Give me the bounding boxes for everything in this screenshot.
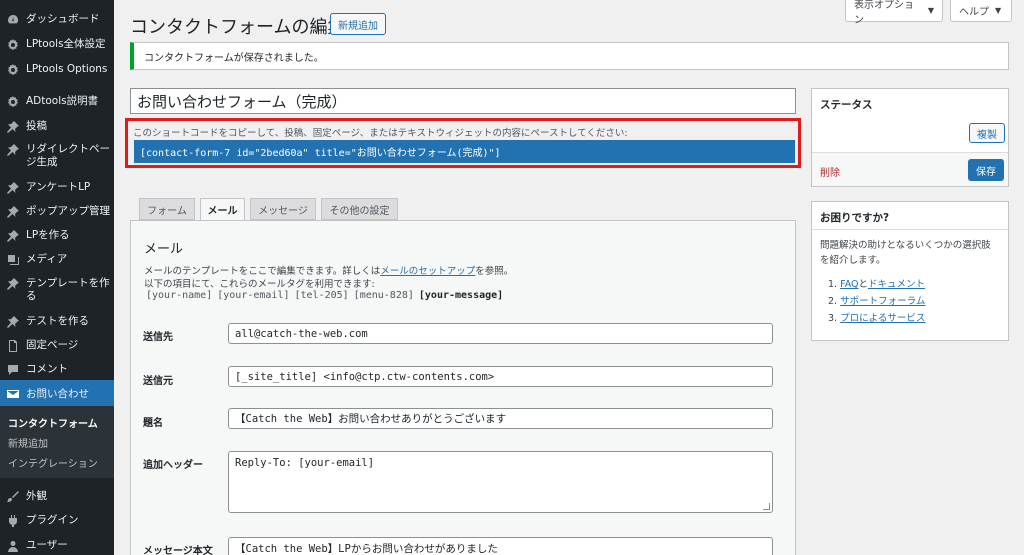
- mail-tag[interactable]: [your-name]: [146, 290, 212, 301]
- headers-label: 追加ヘッダー: [143, 460, 203, 471]
- duplicate-button[interactable]: 複製: [969, 123, 1005, 143]
- sidebar-item-plugins[interactable]: プラグイン: [0, 514, 114, 527]
- to-input[interactable]: all@catch-the-web.com: [228, 323, 773, 344]
- mail-description: メールのテンプレートをここで編集できます。詳しくはメールのセットアップを参照。: [144, 266, 514, 277]
- sidebar-item-lptools-options[interactable]: LPtools Options: [0, 63, 114, 76]
- mail-tag[interactable]: [your-email]: [217, 290, 289, 301]
- gear-icon: [6, 38, 20, 51]
- sidebar-item-survey-lp[interactable]: アンケートLP: [0, 181, 114, 194]
- resize-grip-icon[interactable]: [763, 503, 770, 510]
- help-description: 問題解決の助けとなるいくつかの選択肢を紹介します。: [820, 240, 991, 266]
- to-label: 送信先: [143, 332, 173, 343]
- user-icon: [6, 539, 20, 552]
- mail-setup-link[interactable]: メールのセットアップ: [380, 266, 475, 277]
- docs-link[interactable]: ドキュメント: [868, 279, 925, 290]
- mail-tags-description: 以下の項目にて、これらのメールタグを利用できます:: [144, 279, 375, 290]
- success-notice: コンタクトフォームが保存されました。: [130, 42, 1009, 70]
- gear-icon: [6, 63, 20, 76]
- shortcode-field[interactable]: [contact-form-7 id="2bed60a" title="お問い合…: [134, 140, 795, 163]
- submenu-contact-forms[interactable]: コンタクトフォーム: [8, 415, 98, 430]
- sidebar-item-lptools-settings[interactable]: LPtools全体設定: [0, 38, 114, 51]
- sidebar-item-popup[interactable]: ポップアップ管理: [0, 205, 114, 218]
- admin-sidebar: ダッシュボード LPtools全体設定 LPtools Options ADto…: [0, 0, 114, 555]
- sidebar-item-media[interactable]: メディア: [0, 253, 114, 266]
- sidebar-item-templates[interactable]: テンプレートを作る: [0, 277, 114, 303]
- status-actions: 削除 保存: [812, 152, 1008, 186]
- mail-icon: [6, 388, 20, 401]
- mail-tag[interactable]: [menu-828]: [354, 290, 414, 301]
- faq-link[interactable]: FAQ: [840, 279, 858, 290]
- comment-icon: [6, 363, 20, 376]
- pin-icon: [6, 315, 20, 328]
- screen-options-button[interactable]: 表示オプション ▼: [845, 0, 943, 26]
- page-title: コンタクトフォームの編集: [130, 17, 346, 38]
- subject-label: 題名: [143, 418, 163, 429]
- sidebar-item-tests[interactable]: テストを作る: [0, 315, 114, 328]
- shortcode-highlight-box: このショートコードをコピーして、投稿、固定ページ、またはテキストウィジェットの内…: [125, 118, 801, 168]
- page-icon: [6, 339, 20, 352]
- pin-icon: [6, 229, 20, 242]
- delete-link[interactable]: 削除: [820, 164, 840, 179]
- sidebar-item-comments[interactable]: コメント: [0, 363, 114, 376]
- submenu-add-new[interactable]: 新規追加: [8, 435, 48, 450]
- tab-mail[interactable]: メール: [200, 198, 245, 221]
- help-heading: お困りですか?: [820, 212, 890, 224]
- mail-tags: [your-name] [your-email] [tel-205] [menu…: [146, 290, 503, 301]
- plugin-icon: [6, 514, 20, 527]
- help-item-2: 2. サポートフォーラム: [828, 296, 926, 307]
- mail-panel: メール メールのテンプレートをここで編集できます。詳しくはメールのセットアップを…: [130, 220, 796, 555]
- submenu-integration[interactable]: インテグレーション: [8, 455, 98, 470]
- sidebar-item-adtools-manual[interactable]: ADtools説明書: [0, 95, 114, 108]
- caret-down-icon: ▼: [927, 6, 934, 15]
- help-item-1: 1. FAQとドキュメント: [828, 279, 926, 290]
- sidebar-item-create-lp[interactable]: LPを作る: [0, 229, 114, 242]
- sidebar-item-posts[interactable]: 投稿: [0, 120, 114, 133]
- from-label: 送信元: [143, 376, 173, 387]
- pin-icon: [6, 120, 20, 133]
- body-label: メッセージ本文: [143, 546, 213, 555]
- sidebar-item-appearance[interactable]: 外観: [0, 490, 114, 503]
- media-icon: [6, 253, 20, 266]
- dashboard-icon: [6, 13, 20, 26]
- tab-form[interactable]: フォーム: [139, 198, 195, 220]
- help-item-3: 3. プロによるサービス: [828, 313, 926, 324]
- shortcode-label: このショートコードをコピーして、投稿、固定ページ、またはテキストウィジェットの内…: [133, 128, 628, 139]
- help-button[interactable]: ヘルプ ▼: [950, 0, 1012, 22]
- pin-icon: [6, 143, 20, 156]
- save-button[interactable]: 保存: [968, 159, 1004, 181]
- tab-additional-settings[interactable]: その他の設定: [321, 198, 398, 220]
- pro-services-link[interactable]: プロによるサービス: [840, 313, 925, 324]
- form-title-input[interactable]: お問い合わせフォーム（完成）: [130, 88, 796, 114]
- from-input[interactable]: [_site_title] <info@ctp.ctw-contents.com…: [228, 366, 773, 387]
- status-box: ステータス 複製 削除 保存: [811, 88, 1009, 187]
- headers-textarea[interactable]: Reply-To: [your-email]: [228, 451, 773, 513]
- status-heading: ステータス: [820, 99, 873, 111]
- contact-submenu: コンタクトフォーム 新規追加 インテグレーション: [0, 406, 114, 478]
- support-forum-link[interactable]: サポートフォーラム: [840, 296, 925, 307]
- help-box: お困りですか? 問題解決の助けとなるいくつかの選択肢を紹介します。 1. FAQ…: [811, 201, 1009, 341]
- subject-input[interactable]: 【Catch the Web】お問い合わせありがとうございます: [228, 408, 773, 429]
- brush-icon: [6, 490, 20, 503]
- gear-icon: [6, 95, 20, 108]
- sidebar-item-contact[interactable]: お問い合わせ: [0, 380, 114, 408]
- sidebar-item-users[interactable]: ユーザー: [0, 539, 114, 552]
- mail-tag[interactable]: [tel-205]: [294, 290, 348, 301]
- pin-icon: [6, 277, 20, 290]
- pin-icon: [6, 181, 20, 194]
- add-new-button[interactable]: 新規追加: [330, 13, 386, 35]
- body-textarea[interactable]: 【Catch the Web】LPからお問い合わせがありました: [228, 537, 773, 555]
- pin-icon: [6, 205, 20, 218]
- divider: [812, 229, 1008, 230]
- mail-heading: メール: [144, 242, 184, 257]
- mail-tag-used[interactable]: [your-message]: [419, 290, 503, 301]
- sidebar-item-dashboard[interactable]: ダッシュボード: [0, 13, 114, 26]
- caret-down-icon: ▼: [995, 6, 1002, 15]
- sidebar-item-redirect-page[interactable]: リダイレクトページ生成: [0, 143, 114, 169]
- sidebar-item-pages[interactable]: 固定ページ: [0, 339, 114, 352]
- tab-messages[interactable]: メッセージ: [250, 198, 316, 220]
